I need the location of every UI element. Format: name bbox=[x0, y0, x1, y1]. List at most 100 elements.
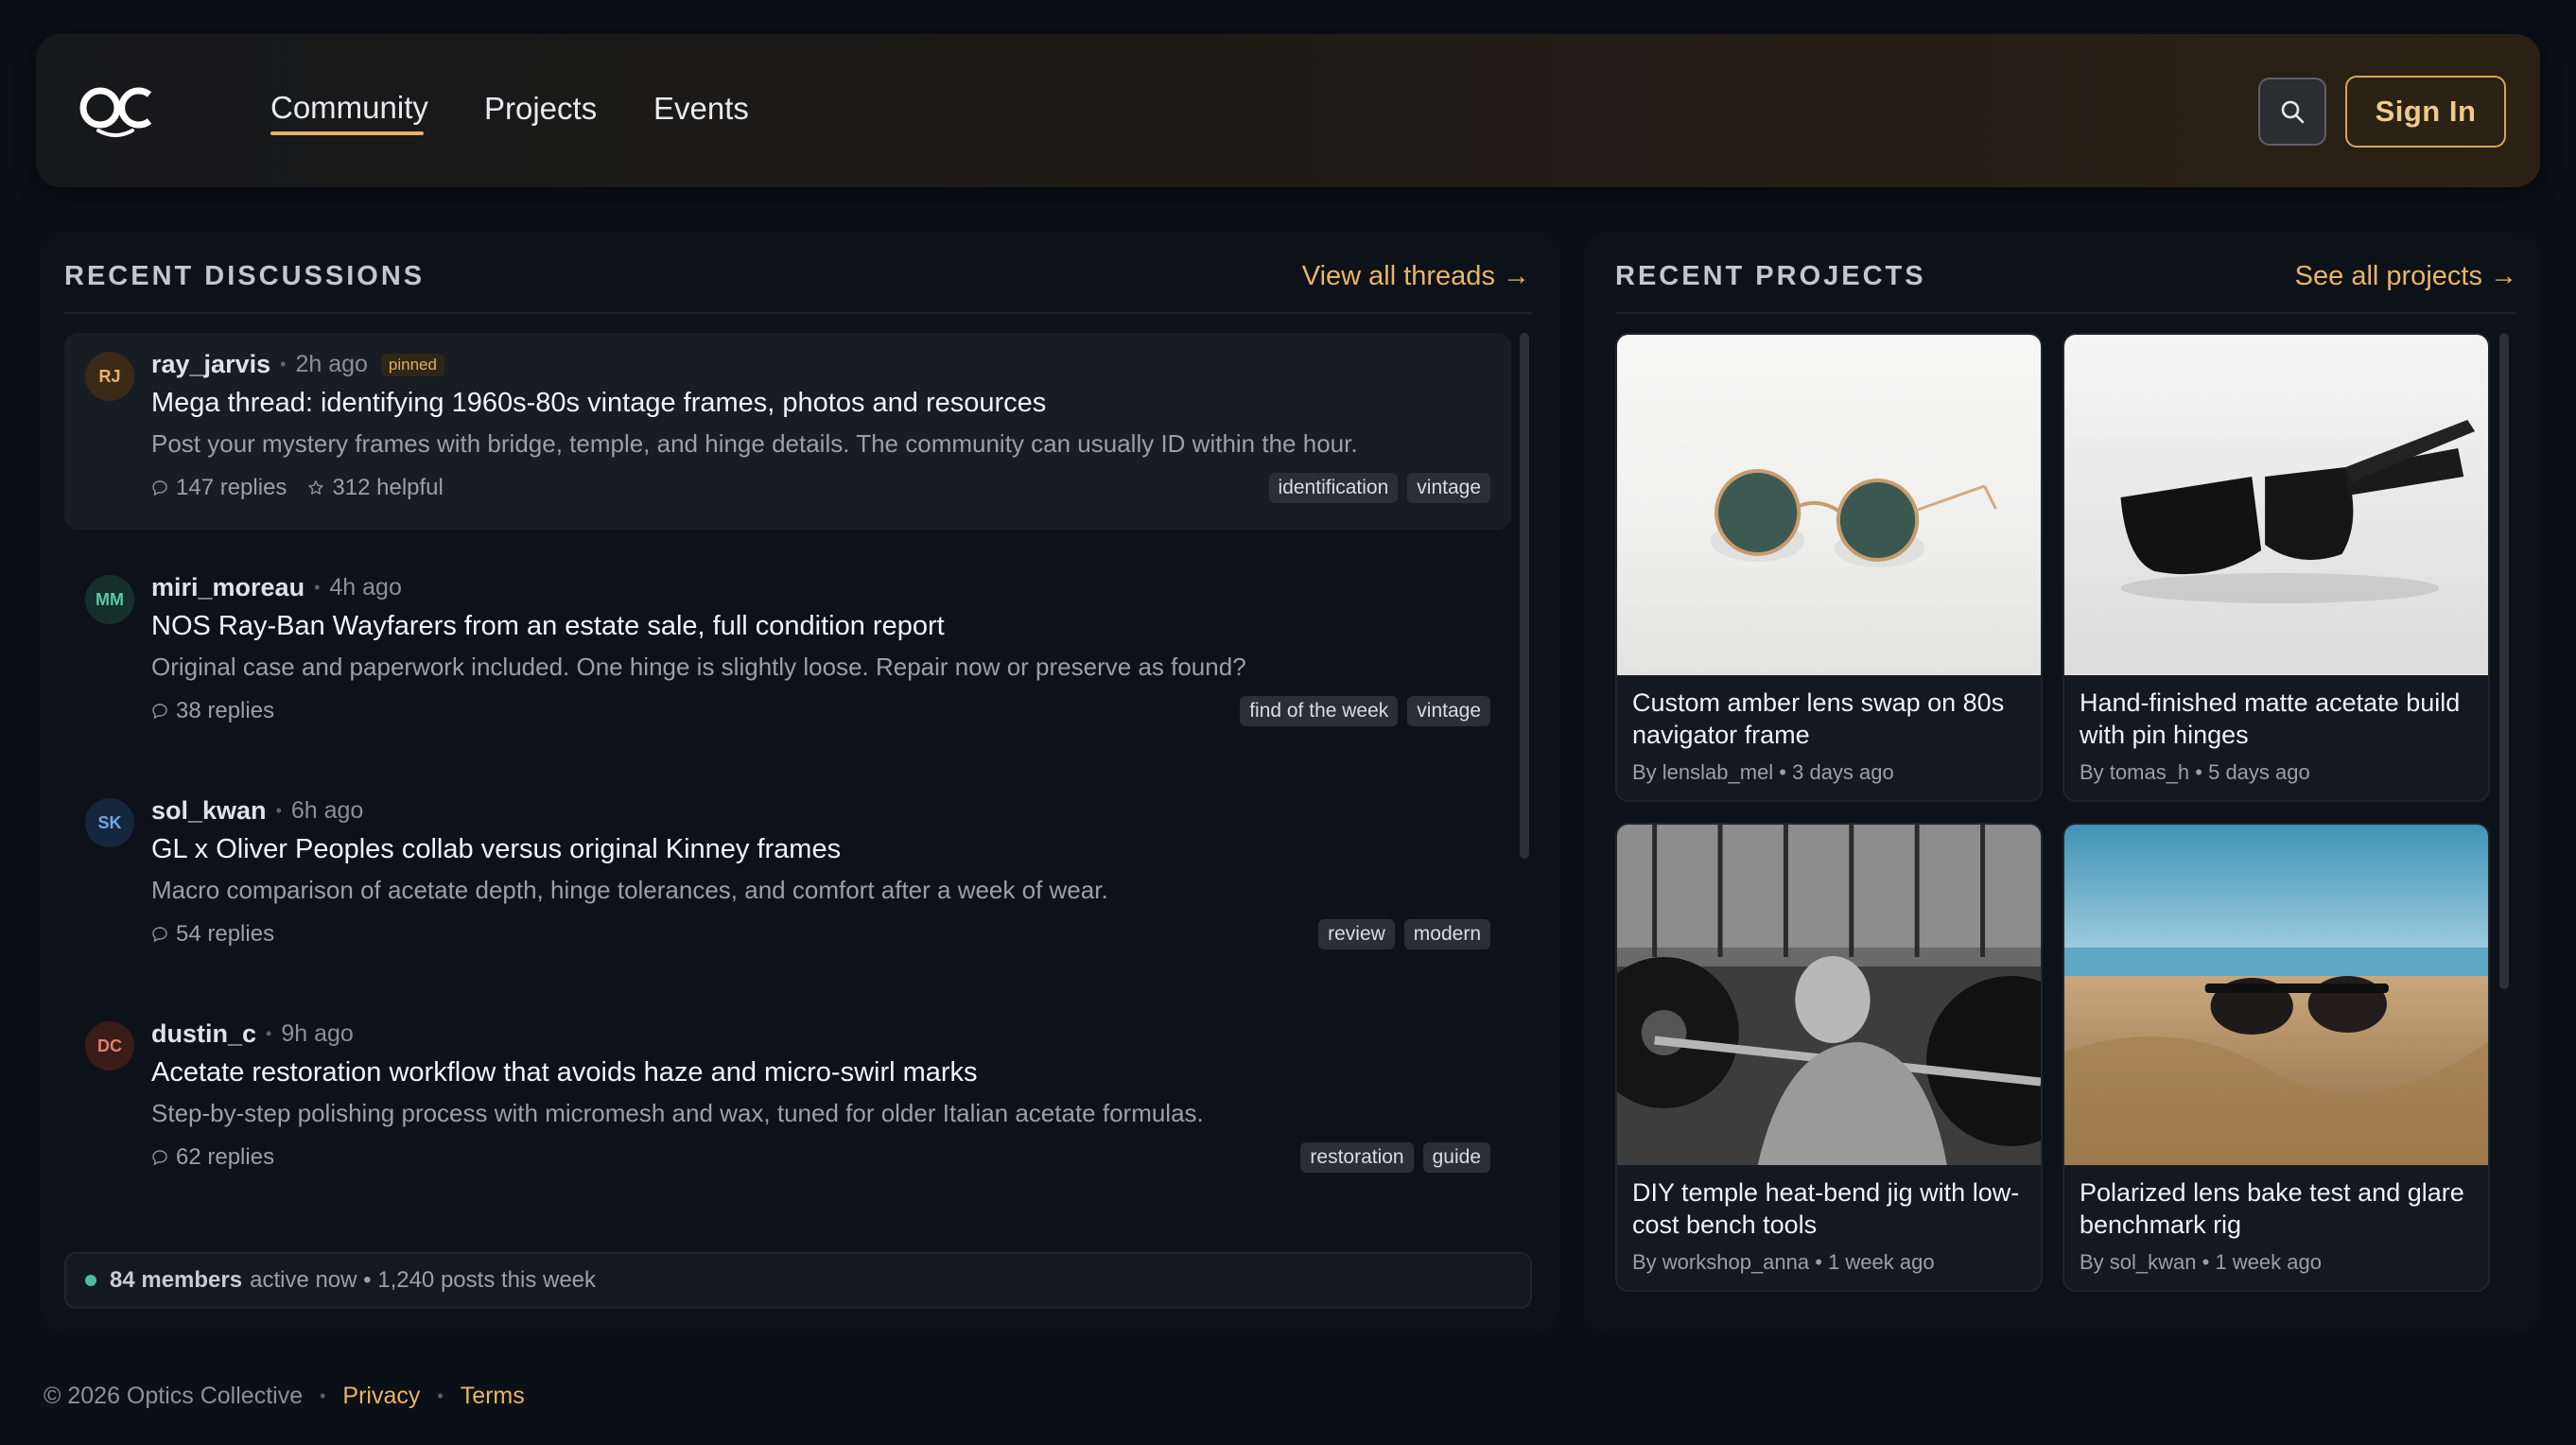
terms-link[interactable]: Terms bbox=[461, 1383, 525, 1410]
comment-icon bbox=[152, 1150, 167, 1166]
replies-stat: 38 replies bbox=[151, 698, 274, 724]
thread-time: 6h ago bbox=[290, 797, 364, 824]
project-meta: By workshop_anna • 1 week ago bbox=[1632, 1250, 1935, 1274]
nav-events[interactable]: Events bbox=[653, 91, 749, 127]
discussions-scrollbar[interactable] bbox=[1520, 333, 1529, 859]
nav-active-indicator bbox=[270, 131, 424, 135]
see-all-projects-link[interactable]: See all projects → bbox=[2295, 261, 2517, 292]
replies-stat: 147 replies bbox=[151, 475, 287, 501]
sign-in-button[interactable]: Sign In bbox=[2345, 76, 2506, 148]
footer-separator: • bbox=[437, 1386, 444, 1405]
projects-divider bbox=[1615, 312, 2515, 314]
project-title[interactable]: Custom amber lens swap on 80s navigator … bbox=[1632, 687, 2029, 751]
thread-item[interactable]: DC dustin_c • 9h ago Acetate restoration… bbox=[64, 1002, 1511, 1199]
thread-snippet: Step-by-step polishing process with micr… bbox=[151, 1099, 1204, 1127]
thread-stats: 147 replies 312 helpful bbox=[151, 475, 464, 501]
projects-scrollbar[interactable] bbox=[2499, 333, 2509, 989]
pinned-badge: pinned bbox=[380, 353, 444, 376]
project-card[interactable]: DIY temple heat-bend jig with low-cost b… bbox=[1615, 823, 2043, 1292]
meta-separator: • bbox=[314, 578, 321, 597]
thread-meta: sol_kwan • 6h ago bbox=[151, 796, 363, 826]
project-card[interactable]: Polarized lens bake test and glare bench… bbox=[2063, 823, 2490, 1292]
thread-time: 4h ago bbox=[329, 574, 402, 601]
project-image bbox=[1617, 335, 2041, 675]
thread-tags: restoration guide bbox=[1300, 1142, 1490, 1173]
thread-author[interactable]: sol_kwan bbox=[151, 796, 267, 826]
star-icon bbox=[308, 480, 324, 495]
projects-heading: RECENT PROJECTS bbox=[1615, 261, 1926, 291]
thread-tags: identification vintage bbox=[1268, 473, 1490, 503]
helpful-count: 312 helpful bbox=[332, 475, 444, 500]
project-title[interactable]: Polarized lens bake test and glare bench… bbox=[2080, 1176, 2477, 1241]
replies-count: 54 replies bbox=[176, 921, 275, 947]
project-meta: By tomas_h • 5 days ago bbox=[2080, 760, 2310, 784]
discussions-divider bbox=[64, 312, 1532, 314]
project-title[interactable]: Hand-finished matte acetate build with p… bbox=[2080, 687, 2477, 751]
thread-author[interactable]: ray_jarvis bbox=[151, 350, 270, 379]
footer-separator: • bbox=[320, 1386, 326, 1405]
site-footer: © 2026 Optics Collective • Privacy • Ter… bbox=[44, 1383, 525, 1410]
replies-count: 38 replies bbox=[176, 698, 275, 723]
replies-count: 147 replies bbox=[176, 475, 287, 500]
thread-author[interactable]: miri_moreau bbox=[151, 573, 305, 602]
thread-item[interactable]: MM miri_moreau • 4h ago NOS Ray-Ban Wayf… bbox=[64, 556, 1511, 753]
active-members-count: 84 members bbox=[110, 1267, 243, 1293]
project-meta: By sol_kwan • 1 week ago bbox=[2080, 1250, 2322, 1274]
search-button[interactable] bbox=[2258, 78, 2326, 146]
thread-stats: 38 replies bbox=[151, 698, 295, 724]
thread-meta: ray_jarvis • 2h ago pinned bbox=[151, 350, 444, 379]
thread-title[interactable]: GL x Oliver Peoples collab versus origin… bbox=[151, 834, 841, 865]
tag[interactable]: vintage bbox=[1407, 696, 1490, 726]
thread-time: 2h ago bbox=[295, 351, 368, 377]
thread-title[interactable]: Acetate restoration workflow that avoids… bbox=[151, 1057, 978, 1088]
avatar: DC bbox=[85, 1021, 134, 1071]
optics-collective-logo[interactable] bbox=[78, 81, 163, 144]
thread-tags: find of the week vintage bbox=[1240, 696, 1490, 726]
thread-item[interactable]: RJ ray_jarvis • 2h ago pinned Mega threa… bbox=[64, 333, 1511, 530]
avatar: MM bbox=[85, 575, 134, 624]
comment-icon bbox=[152, 927, 167, 943]
community-activity-bar: 84 members active now • 1,240 posts this… bbox=[64, 1252, 1532, 1309]
thread-meta: miri_moreau • 4h ago bbox=[151, 573, 402, 602]
thread-stats: 62 replies bbox=[151, 1144, 295, 1171]
tag[interactable]: identification bbox=[1268, 473, 1399, 503]
thread-author[interactable]: dustin_c bbox=[151, 1019, 256, 1049]
tag[interactable]: guide bbox=[1422, 1142, 1490, 1173]
thread-tags: review modern bbox=[1318, 919, 1490, 949]
tag[interactable]: review bbox=[1318, 919, 1395, 949]
thread-item[interactable]: SK sol_kwan • 6h ago GL x Oliver Peoples… bbox=[64, 779, 1511, 976]
discussions-heading: RECENT DISCUSSIONS bbox=[64, 261, 426, 291]
nav-community[interactable]: Community bbox=[270, 90, 428, 126]
activity-summary: active now • 1,240 posts this week bbox=[250, 1267, 597, 1293]
project-card[interactable]: Custom amber lens swap on 80s navigator … bbox=[1615, 333, 2043, 802]
meta-separator: • bbox=[275, 801, 282, 820]
project-card[interactable]: Hand-finished matte acetate build with p… bbox=[2063, 333, 2490, 802]
meta-separator: • bbox=[266, 1024, 272, 1043]
comment-icon bbox=[152, 704, 167, 720]
tag[interactable]: restoration bbox=[1300, 1142, 1414, 1173]
tag[interactable]: find of the week bbox=[1240, 696, 1399, 726]
replies-stat: 62 replies bbox=[151, 1144, 274, 1171]
nav-projects[interactable]: Projects bbox=[484, 91, 597, 127]
tag[interactable]: modern bbox=[1403, 919, 1490, 949]
avatar: RJ bbox=[85, 352, 134, 401]
avatar: SK bbox=[85, 798, 134, 847]
thread-snippet: Macro comparison of acetate depth, hinge… bbox=[151, 876, 1108, 904]
view-all-threads-link[interactable]: View all threads → bbox=[1302, 261, 1530, 292]
thread-meta: dustin_c • 9h ago bbox=[151, 1019, 354, 1049]
thread-title[interactable]: Mega thread: identifying 1960s-80s vinta… bbox=[151, 388, 1046, 419]
thread-snippet: Post your mystery frames with bridge, te… bbox=[151, 429, 1358, 458]
replies-stat: 54 replies bbox=[151, 921, 274, 948]
meta-separator: • bbox=[280, 355, 287, 374]
tag[interactable]: vintage bbox=[1407, 473, 1490, 503]
thread-stats: 54 replies bbox=[151, 921, 295, 948]
privacy-link[interactable]: Privacy bbox=[342, 1383, 420, 1410]
thread-time: 9h ago bbox=[281, 1020, 354, 1047]
copyright-text: © 2026 Optics Collective bbox=[44, 1383, 304, 1409]
project-title[interactable]: DIY temple heat-bend jig with low-cost b… bbox=[1632, 1176, 2029, 1241]
thread-title[interactable]: NOS Ray-Ban Wayfarers from an estate sal… bbox=[151, 611, 945, 642]
replies-count: 62 replies bbox=[176, 1144, 275, 1170]
project-meta: By lenslab_mel • 3 days ago bbox=[1632, 760, 1894, 784]
thread-snippet: Original case and paperwork included. On… bbox=[151, 653, 1246, 681]
comment-icon bbox=[152, 480, 167, 496]
